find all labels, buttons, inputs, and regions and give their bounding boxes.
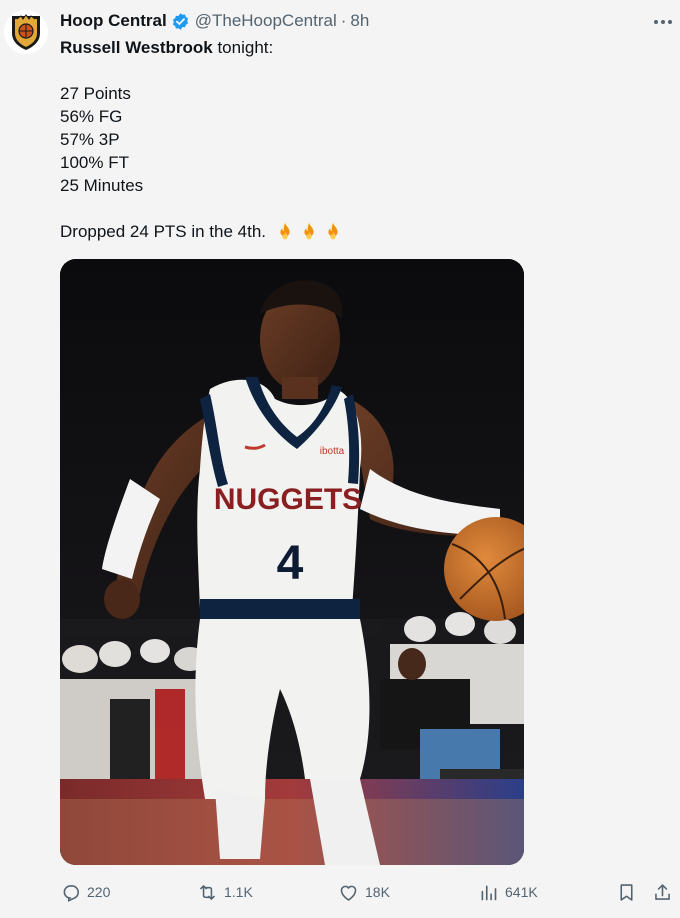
retweet-icon (200, 884, 215, 900)
tweet-action-bar: 220 1.1K 18K 641K (60, 878, 680, 906)
stat-line: 56% FG (60, 107, 123, 126)
stat-line: 100% FT (60, 153, 129, 172)
fire-emoji-icon (304, 222, 314, 239)
stat-line: 57% 3P (60, 130, 120, 149)
like-button[interactable]: 18K (338, 878, 390, 906)
reply-button[interactable]: 220 (60, 878, 110, 906)
jersey-team-text: NUGGETS (214, 483, 362, 516)
share-button[interactable] (652, 878, 679, 906)
reply-icon (63, 884, 79, 902)
more-dots-icon (654, 20, 672, 24)
share-icon (655, 883, 670, 900)
author-avatar[interactable] (4, 10, 48, 54)
hoop-central-logo-icon (12, 14, 40, 50)
tweet-intro-line: Russell Westbrook tonight: (60, 36, 660, 59)
like-count: 18K (365, 884, 390, 900)
tweet-timestamp[interactable]: 8h (350, 11, 369, 31)
views-bar-chart-icon (481, 885, 497, 900)
tweet-header: Hoop Central @TheHoopCentral · 8h (60, 10, 369, 32)
basketball-player-photo-icon: NUGGETS 4 ibotta (60, 259, 524, 865)
tweet-media-photo[interactable]: NUGGETS 4 ibotta (60, 259, 524, 865)
header-separator: · (340, 11, 347, 30)
tweet-intro-rest: tonight: (212, 38, 274, 57)
more-options-button[interactable] (650, 10, 676, 34)
stat-list: 27 Points 56% FG 57% 3P 100% FT 25 Minut… (60, 82, 660, 197)
jersey-sponsor-text: ibotta (320, 446, 345, 457)
reply-count: 220 (87, 884, 111, 900)
tweet-subject: Russell Westbrook (60, 38, 213, 57)
tweet-closing-line: Dropped 24 PTS in the 4th. (60, 220, 660, 243)
heart-icon (340, 885, 357, 901)
author-handle[interactable]: @TheHoopCentral (195, 11, 337, 31)
views-count: 641K (505, 884, 538, 900)
jersey-number-text: 4 (277, 537, 304, 590)
views-button[interactable]: 641K (478, 878, 538, 906)
retweet-count: 1.1K (224, 884, 253, 900)
tweet-card[interactable]: Hoop Central @TheHoopCentral · 8h Russel… (0, 0, 680, 918)
retweet-button[interactable]: 1.1K (197, 878, 253, 906)
tweet-closing-text: Dropped 24 PTS in the 4th. (60, 222, 267, 241)
author-display-name[interactable]: Hoop Central (60, 11, 167, 31)
bookmark-icon (620, 883, 633, 901)
fire-emoji-icon (328, 222, 338, 239)
stat-line: 27 Points (60, 84, 131, 103)
stat-line: 25 Minutes (60, 176, 144, 195)
fire-emoji-icon (280, 222, 290, 239)
bookmark-button[interactable] (616, 878, 643, 906)
verified-badge-icon (172, 12, 188, 30)
